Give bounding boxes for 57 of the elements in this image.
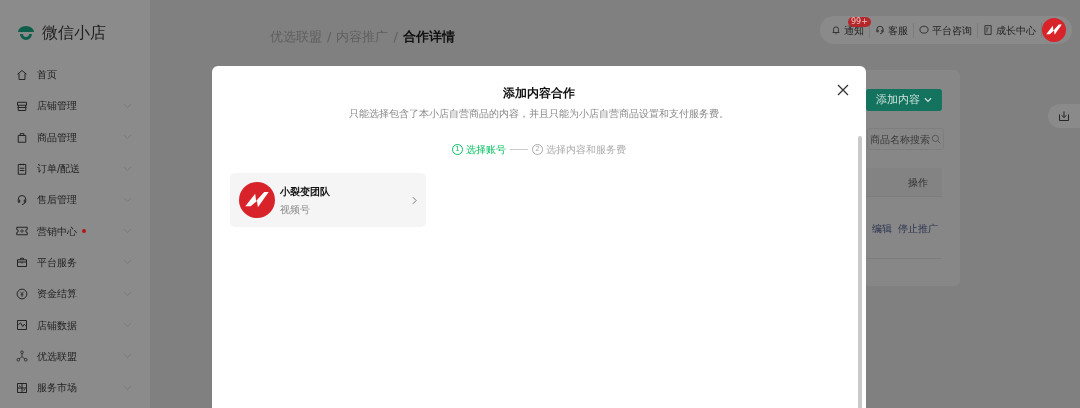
avatar [1042, 18, 1066, 42]
search-field[interactable]: 商品名称搜索 [867, 128, 944, 150]
add-content-button[interactable]: 添加内容 [866, 89, 942, 111]
scrollbar[interactable] [858, 136, 862, 408]
store-icon [16, 99, 28, 112]
doc-icon [983, 25, 993, 35]
toolbar-button[interactable]: 平台咨询 [914, 22, 978, 38]
column-header: 操作 [908, 175, 928, 190]
headset-icon [875, 25, 885, 35]
network-icon [16, 350, 28, 363]
sidebar-item[interactable]: 店铺数据 [0, 309, 150, 341]
chart-icon [16, 319, 28, 331]
sidebar-item[interactable]: 首页 [0, 59, 150, 91]
grid-icon [16, 381, 28, 394]
breadcrumb-separator: / [327, 28, 332, 46]
logo-text: 微信小店 [42, 22, 106, 44]
account-card[interactable]: 小裂变团队 视频号 [230, 173, 426, 227]
sidebar-item[interactable]: 资金结算 [0, 278, 150, 310]
search-icon [931, 134, 941, 144]
action-link[interactable]: 停止推广 [898, 220, 938, 236]
account-avatar [239, 182, 275, 218]
count-badge: 99+ [848, 17, 871, 27]
sidebar-item[interactable]: 优选联盟 [0, 340, 150, 372]
chevron-icon [412, 195, 417, 205]
sidebar-item[interactable]: 营销中心 [0, 215, 150, 247]
chat-icon [919, 25, 929, 35]
breadcrumb-current: 合作详情 [402, 28, 455, 46]
modal-title: 添加内容合作 [502, 85, 576, 102]
home-icon [16, 68, 28, 81]
export-button[interactable] [1048, 104, 1080, 128]
briefcase-icon [16, 256, 28, 269]
bell-icon [831, 25, 841, 35]
sidebar-item[interactable]: 售后管理 [0, 184, 150, 216]
clipboard-icon [16, 162, 28, 175]
account-type: 视频号 [280, 202, 311, 217]
action-link[interactable]: 编辑 [872, 220, 892, 236]
sidebar-item[interactable]: 平台服务 [0, 246, 150, 279]
close-icon [836, 83, 850, 97]
logo-icon [16, 23, 36, 43]
toolbar-button[interactable]: 成长中心 [978, 22, 1042, 38]
headset-icon [16, 193, 28, 206]
step-label: 选择账号 [466, 143, 506, 157]
coin-icon [16, 287, 28, 300]
caret-icon [924, 97, 932, 103]
step-label: 选择内容和服务费 [546, 143, 626, 157]
download-icon [1058, 110, 1070, 122]
sidebar-item[interactable]: 服务市场 [0, 371, 150, 404]
breadcrumb-separator: / [393, 28, 398, 46]
bag-icon [16, 131, 28, 144]
sidebar-item[interactable]: 店铺管理 [0, 90, 150, 122]
close-button[interactable] [836, 82, 850, 96]
ticket-icon [16, 225, 28, 238]
account-name: 小裂变团队 [280, 184, 331, 199]
sidebar-item[interactable]: 订单/配送 [0, 152, 150, 185]
modal-subtitle: 只能选择包含了本小店自营商品的内容，并且只能为小店自营商品设置和支付服务费。 [348, 107, 730, 121]
sidebar-item[interactable]: 商品管理 [0, 121, 150, 153]
toolbar-button[interactable]: 客服 [870, 22, 914, 38]
